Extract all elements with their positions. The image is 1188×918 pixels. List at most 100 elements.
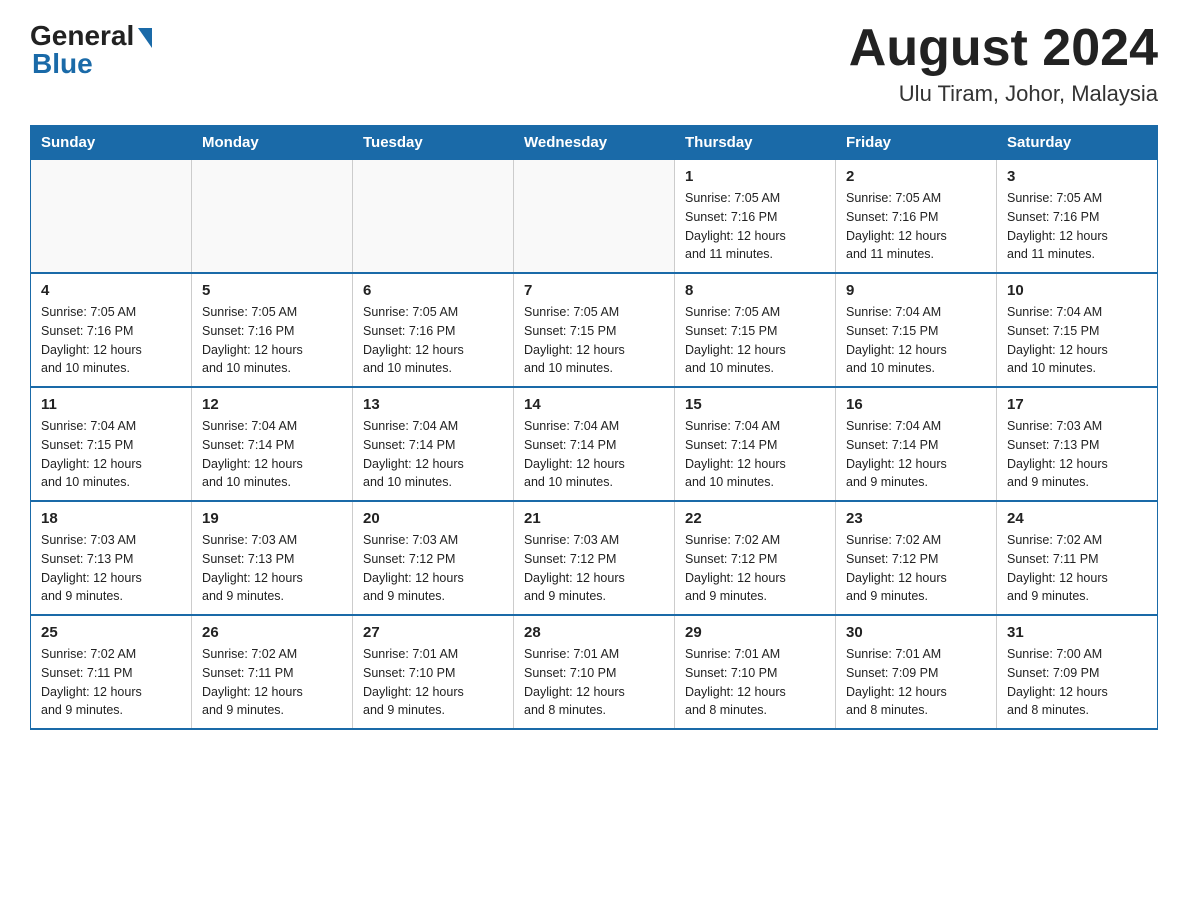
calendar-cell: 19 Sunrise: 7:03 AMSunset: 7:13 PMDayligh…	[192, 501, 353, 615]
calendar-cell: 10 Sunrise: 7:04 AMSunset: 7:15 PMDayligh…	[997, 273, 1158, 387]
day-sun-info: Sunrise: 7:05 AMSunset: 7:16 PMDaylight:…	[685, 189, 825, 264]
calendar-cell	[192, 160, 353, 274]
calendar-cell	[31, 160, 192, 274]
day-sun-info: Sunrise: 7:03 AMSunset: 7:13 PMDaylight:…	[41, 531, 181, 606]
day-number: 27	[363, 624, 503, 641]
day-number: 14	[524, 396, 664, 413]
month-year-title: August 2024	[849, 20, 1158, 77]
day-number: 25	[41, 624, 181, 641]
day-number: 19	[202, 510, 342, 527]
calendar-cell: 13Sunrise: 7:04 AMSunset: 7:14 PMDayligh…	[353, 387, 514, 501]
day-header-friday: Friday	[836, 126, 997, 160]
day-number: 16	[846, 396, 986, 413]
day-number: 24	[1007, 510, 1147, 527]
calendar-cell: 17 Sunrise: 7:03 AMSunset: 7:13 PMDayligh…	[997, 387, 1158, 501]
day-number: 20	[363, 510, 503, 527]
calendar-cell: 22 Sunrise: 7:02 AMSunset: 7:12 PMDayligh…	[675, 501, 836, 615]
calendar-cell: 16 Sunrise: 7:04 AMSunset: 7:14 PMDayligh…	[836, 387, 997, 501]
calendar-cell: 27Sunrise: 7:01 AMSunset: 7:10 PMDayligh…	[353, 615, 514, 729]
day-number: 28	[524, 624, 664, 641]
calendar-cell: 20 Sunrise: 7:03 AMSunset: 7:12 PMDayligh…	[353, 501, 514, 615]
calendar-cell: 12Sunrise: 7:04 AMSunset: 7:14 PMDayligh…	[192, 387, 353, 501]
day-number: 1	[685, 168, 825, 185]
day-sun-info: Sunrise: 7:00 AMSunset: 7:09 PMDaylight:…	[1007, 645, 1147, 720]
calendar-cell	[353, 160, 514, 274]
day-sun-info: Sunrise: 7:04 AMSunset: 7:14 PMDaylight:…	[846, 417, 986, 492]
calendar-cell: 18Sunrise: 7:03 AMSunset: 7:13 PMDayligh…	[31, 501, 192, 615]
day-number: 23	[846, 510, 986, 527]
day-header-thursday: Thursday	[675, 126, 836, 160]
day-sun-info: Sunrise: 7:05 AMSunset: 7:16 PMDaylight:…	[363, 303, 503, 378]
calendar-table: SundayMondayTuesdayWednesdayThursdayFrid…	[30, 125, 1158, 730]
day-number: 15	[685, 396, 825, 413]
day-number: 29	[685, 624, 825, 641]
day-number: 12	[202, 396, 342, 413]
day-number: 17	[1007, 396, 1147, 413]
day-sun-info: Sunrise: 7:02 AMSunset: 7:11 PMDaylight:…	[202, 645, 342, 720]
day-sun-info: Sunrise: 7:02 AMSunset: 7:11 PMDaylight:…	[1007, 531, 1147, 606]
day-sun-info: Sunrise: 7:04 AMSunset: 7:14 PMDaylight:…	[363, 417, 503, 492]
day-header-saturday: Saturday	[997, 126, 1158, 160]
day-number: 21	[524, 510, 664, 527]
calendar-cell: 5 Sunrise: 7:05 AMSunset: 7:16 PMDaylight…	[192, 273, 353, 387]
calendar-cell	[514, 160, 675, 274]
day-number: 4	[41, 282, 181, 299]
day-number: 10	[1007, 282, 1147, 299]
calendar-cell: 30 Sunrise: 7:01 AMSunset: 7:09 PMDayligh…	[836, 615, 997, 729]
calendar-cell: 1 Sunrise: 7:05 AMSunset: 7:16 PMDaylight…	[675, 160, 836, 274]
day-sun-info: Sunrise: 7:03 AMSunset: 7:13 PMDaylight:…	[1007, 417, 1147, 492]
day-number: 3	[1007, 168, 1147, 185]
day-sun-info: Sunrise: 7:01 AMSunset: 7:10 PMDaylight:…	[524, 645, 664, 720]
title-block: August 2024 Ulu Tiram, Johor, Malaysia	[849, 20, 1158, 107]
calendar-cell: 14 Sunrise: 7:04 AMSunset: 7:14 PMDayligh…	[514, 387, 675, 501]
calendar-cell: 2 Sunrise: 7:05 AMSunset: 7:16 PMDaylight…	[836, 160, 997, 274]
logo-blue-text: Blue	[30, 48, 93, 80]
calendar-cell: 25 Sunrise: 7:02 AMSunset: 7:11 PMDayligh…	[31, 615, 192, 729]
day-sun-info: Sunrise: 7:02 AMSunset: 7:12 PMDaylight:…	[846, 531, 986, 606]
day-sun-info: Sunrise: 7:05 AMSunset: 7:16 PMDaylight:…	[202, 303, 342, 378]
calendar-cell: 29 Sunrise: 7:01 AMSunset: 7:10 PMDayligh…	[675, 615, 836, 729]
day-number: 2	[846, 168, 986, 185]
calendar-cell: 21 Sunrise: 7:03 AMSunset: 7:12 PMDayligh…	[514, 501, 675, 615]
day-sun-info: Sunrise: 7:01 AMSunset: 7:09 PMDaylight:…	[846, 645, 986, 720]
day-header-wednesday: Wednesday	[514, 126, 675, 160]
day-sun-info: Sunrise: 7:03 AMSunset: 7:12 PMDaylight:…	[524, 531, 664, 606]
calendar-week-row: 1 Sunrise: 7:05 AMSunset: 7:16 PMDaylight…	[31, 160, 1158, 274]
calendar-cell: 11Sunrise: 7:04 AMSunset: 7:15 PMDayligh…	[31, 387, 192, 501]
calendar-cell: 7Sunrise: 7:05 AMSunset: 7:15 PMDaylight…	[514, 273, 675, 387]
day-number: 7	[524, 282, 664, 299]
calendar-cell: 24 Sunrise: 7:02 AMSunset: 7:11 PMDayligh…	[997, 501, 1158, 615]
calendar-cell: 26Sunrise: 7:02 AMSunset: 7:11 PMDayligh…	[192, 615, 353, 729]
day-sun-info: Sunrise: 7:03 AMSunset: 7:12 PMDaylight:…	[363, 531, 503, 606]
day-sun-info: Sunrise: 7:04 AMSunset: 7:15 PMDaylight:…	[1007, 303, 1147, 378]
calendar-week-row: 4 Sunrise: 7:05 AMSunset: 7:16 PMDaylight…	[31, 273, 1158, 387]
day-sun-info: Sunrise: 7:02 AMSunset: 7:12 PMDaylight:…	[685, 531, 825, 606]
day-sun-info: Sunrise: 7:05 AMSunset: 7:16 PMDaylight:…	[846, 189, 986, 264]
day-sun-info: Sunrise: 7:05 AMSunset: 7:16 PMDaylight:…	[1007, 189, 1147, 264]
day-sun-info: Sunrise: 7:04 AMSunset: 7:15 PMDaylight:…	[846, 303, 986, 378]
location-subtitle: Ulu Tiram, Johor, Malaysia	[849, 81, 1158, 107]
day-number: 30	[846, 624, 986, 641]
calendar-week-row: 11Sunrise: 7:04 AMSunset: 7:15 PMDayligh…	[31, 387, 1158, 501]
calendar-cell: 28 Sunrise: 7:01 AMSunset: 7:10 PMDayligh…	[514, 615, 675, 729]
calendar-cell: 15Sunrise: 7:04 AMSunset: 7:14 PMDayligh…	[675, 387, 836, 501]
calendar-cell: 8 Sunrise: 7:05 AMSunset: 7:15 PMDaylight…	[675, 273, 836, 387]
day-sun-info: Sunrise: 7:02 AMSunset: 7:11 PMDaylight:…	[41, 645, 181, 720]
day-number: 8	[685, 282, 825, 299]
calendar-cell: 23 Sunrise: 7:02 AMSunset: 7:12 PMDayligh…	[836, 501, 997, 615]
logo-arrow-icon	[138, 28, 152, 48]
day-header-monday: Monday	[192, 126, 353, 160]
day-number: 31	[1007, 624, 1147, 641]
calendar-cell: 3 Sunrise: 7:05 AMSunset: 7:16 PMDaylight…	[997, 160, 1158, 274]
calendar-cell: 31 Sunrise: 7:00 AMSunset: 7:09 PMDayligh…	[997, 615, 1158, 729]
day-sun-info: Sunrise: 7:01 AMSunset: 7:10 PMDaylight:…	[685, 645, 825, 720]
day-number: 11	[41, 396, 181, 413]
calendar-week-row: 18Sunrise: 7:03 AMSunset: 7:13 PMDayligh…	[31, 501, 1158, 615]
day-sun-info: Sunrise: 7:04 AMSunset: 7:14 PMDaylight:…	[524, 417, 664, 492]
day-number: 5	[202, 282, 342, 299]
day-header-sunday: Sunday	[31, 126, 192, 160]
day-sun-info: Sunrise: 7:05 AMSunset: 7:15 PMDaylight:…	[685, 303, 825, 378]
day-sun-info: Sunrise: 7:03 AMSunset: 7:13 PMDaylight:…	[202, 531, 342, 606]
day-number: 22	[685, 510, 825, 527]
calendar-cell: 4Sunrise: 7:05 AMSunset: 7:16 PMDaylight…	[31, 273, 192, 387]
